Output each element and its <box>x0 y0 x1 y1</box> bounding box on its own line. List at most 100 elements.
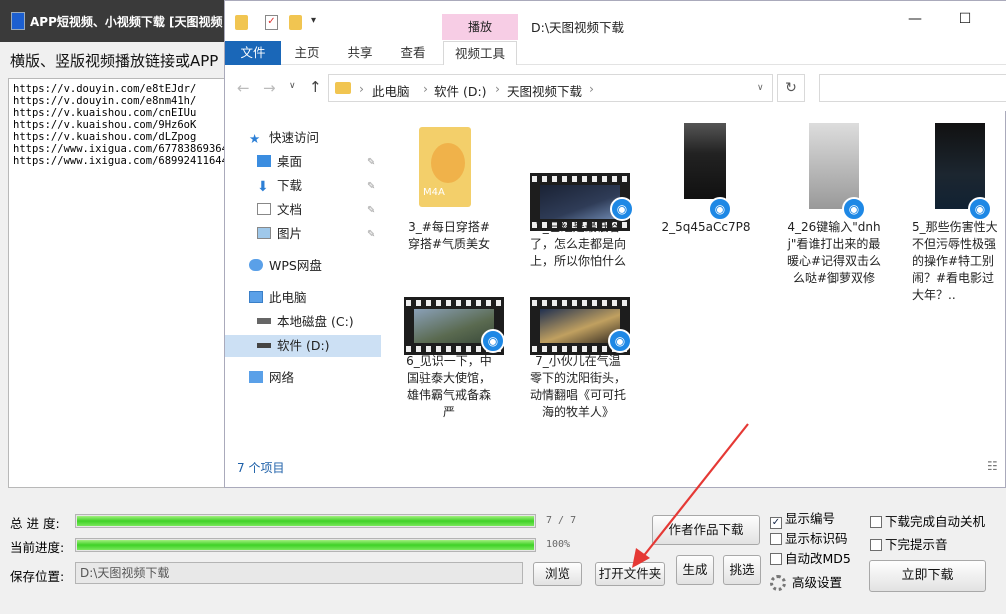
nav-this-pc[interactable]: 此电脑 <box>249 287 307 309</box>
advanced-settings-button[interactable]: 高级设置 <box>770 575 842 591</box>
address-dropdown-icon[interactable]: ∨ <box>757 83 764 93</box>
maximize-button[interactable]: ☐ <box>945 11 985 27</box>
total-progress-text: 7 / 7 <box>546 515 577 526</box>
network-icon <box>249 371 263 383</box>
folder-icon <box>335 82 351 94</box>
nav-pictures-label: 图片 <box>277 226 303 241</box>
checkbox-empty-icon <box>870 516 882 528</box>
url-list-textarea[interactable]: https://v.douyin.com/e8tEJdr/ https://v.… <box>8 78 240 488</box>
pin-icon: ✎ <box>367 157 376 168</box>
total-progress-bar <box>75 514 536 528</box>
checkmark-icon: ✓ <box>770 517 782 529</box>
save-location-label: 保存位置: <box>10 569 65 584</box>
total-progress-fill <box>77 516 534 526</box>
show-number-label: 显示编号 <box>785 511 836 526</box>
tab-view[interactable]: 查看 <box>393 41 433 65</box>
player-badge-icon: ◉ <box>608 329 632 353</box>
nav-drive-c[interactable]: 本地磁盘 (C:) <box>257 311 354 333</box>
nav-network[interactable]: 网络 <box>249 367 294 389</box>
save-location-input[interactable]: D:\天图视频下载 <box>75 562 523 584</box>
pin-icon: ✎ <box>367 181 376 192</box>
nav-wps-cloud[interactable]: WPS网盘 <box>249 255 322 277</box>
nav-drive-d[interactable]: 软件 (D:) <box>225 335 381 357</box>
app-logo-icon <box>11 12 25 30</box>
open-folder-button[interactable]: 打开文件夹 <box>595 562 665 586</box>
m4a-tag-icon: M4A <box>423 187 445 198</box>
file-name: 7_小伙儿在气温零下的沈阳街头，动情翻唱《可可托海的牧羊人》 <box>530 354 627 419</box>
download-arrow-icon: ⬇ <box>257 179 269 195</box>
start-download-button[interactable]: 立即下载 <box>869 560 986 592</box>
current-progress-label: 当前进度: <box>10 540 65 555</box>
generate-button[interactable]: 生成 <box>676 555 714 585</box>
video-thumbnail <box>684 123 726 199</box>
search-input[interactable] <box>819 74 1006 102</box>
browse-button[interactable]: 浏览 <box>533 562 582 586</box>
breadcrumb-folder[interactable]: 天图视频下载 <box>507 81 582 100</box>
current-progress-fill <box>77 540 534 550</box>
file-name: 3_#每日穿搭#穿搭#气质美女 <box>407 220 491 251</box>
author-download-button[interactable]: 作者作品下载 <box>652 515 760 545</box>
nav-downloads[interactable]: ⬇ 下载 <box>257 175 302 197</box>
star-icon: ★ <box>249 131 261 146</box>
up-arrow-icon[interactable]: ↑ <box>309 78 322 96</box>
checkbox-empty-icon <box>770 553 782 565</box>
breadcrumb-this-pc[interactable]: 此电脑 <box>372 81 410 100</box>
file-name: 1_已经是最低谷了，怎么走都是向上，所以你怕什么 <box>530 220 627 268</box>
window-path-title: D:\天图视频下载 <box>531 20 625 35</box>
player-badge-icon: ◉ <box>708 197 732 221</box>
cloud-icon <box>249 259 263 271</box>
recent-dropdown-icon[interactable]: ∨ <box>289 81 296 91</box>
tab-share[interactable]: 共享 <box>340 41 380 65</box>
folder-icon[interactable] <box>235 15 248 30</box>
nav-drive-c-label: 本地磁盘 (C:) <box>277 314 354 329</box>
show-watermark-checkbox[interactable]: 显示标识码 <box>770 531 848 547</box>
minimize-button[interactable]: — <box>895 11 935 27</box>
pick-button[interactable]: 挑选 <box>723 555 761 585</box>
new-folder-icon[interactable] <box>289 15 302 30</box>
checkbox-empty-icon <box>770 533 782 545</box>
nav-pictures[interactable]: 图片 <box>257 223 302 245</box>
back-arrow-icon[interactable]: ← <box>237 79 250 97</box>
item-count-status: 7 个项目 <box>237 461 285 475</box>
forward-arrow-icon[interactable]: → <box>263 79 276 97</box>
details-view-icon[interactable]: ☷ <box>987 459 998 473</box>
tab-play-context[interactable]: 播放 <box>442 14 518 40</box>
nav-quick-access-label: 快速访问 <box>269 130 320 145</box>
m4a-file-icon: M4A <box>419 127 471 207</box>
picture-icon <box>257 227 271 239</box>
tab-video-tools[interactable]: 视频工具 <box>443 41 517 65</box>
video-thumbnail <box>809 123 859 209</box>
qat-dropdown-icon[interactable]: ▾ <box>311 15 324 30</box>
app-title: APP短视频、小视频下载 [天图视频 <box>30 15 223 29</box>
auto-shutdown-checkbox[interactable]: 下载完成自动关机 <box>870 514 985 530</box>
ribbon-tabs: 文件 主页 共享 查看 视频工具 <box>225 41 1006 65</box>
nav-quick-access[interactable]: ★ 快速访问 <box>249 127 319 149</box>
breadcrumb-drive-d[interactable]: 软件 (D:) <box>434 81 487 100</box>
current-progress-text: 100% <box>546 539 571 550</box>
auto-md5-checkbox[interactable]: 自动改MD5 <box>770 551 851 567</box>
drive-icon <box>257 318 271 324</box>
properties-icon[interactable]: ✓ <box>265 15 278 30</box>
tab-file[interactable]: 文件 <box>225 41 281 65</box>
explorer-title-bar: ✓ ▾ 播放 D:\天图视频下载 — ☐ <box>225 1 1006 41</box>
file-grid: M4A 3_#每日穿搭#穿搭#气质美女 ◉ 1_已经是最低谷了，怎么走都是向上，… <box>384 111 1006 456</box>
refresh-button[interactable]: ↻ <box>777 74 805 102</box>
tab-home[interactable]: 主页 <box>287 41 327 65</box>
document-icon <box>257 203 271 215</box>
gear-icon <box>770 575 786 591</box>
nav-desktop[interactable]: 桌面 <box>257 151 302 173</box>
file-name: 4_26键输入"dnhj"看谁打出来的最暖心#记得双击么么哒#御萝双修 <box>786 220 882 285</box>
computer-icon <box>249 291 263 303</box>
auto-md5-label: 自动改MD5 <box>785 551 851 566</box>
navigation-pane: ★ 快速访问 桌面 ✎ ⬇ 下载 ✎ 文档 ✎ 图片 ✎ WPS网盘 此电脑 本地磁… <box>225 121 383 451</box>
pin-icon: ✎ <box>367 205 376 216</box>
advanced-settings-label: 高级设置 <box>792 575 843 590</box>
nav-documents[interactable]: 文档 <box>257 199 302 221</box>
address-bar[interactable]: › 此电脑 › 软件 (D:) › 天图视频下载 › ∨ <box>328 74 773 102</box>
file-name: 2_5q45aCc7P8 <box>661 220 751 234</box>
sound-checkbox[interactable]: 下完提示音 <box>870 537 948 553</box>
player-badge-icon: ◉ <box>842 197 866 221</box>
show-number-checkbox[interactable]: ✓ 显示编号 <box>770 511 836 529</box>
show-watermark-label: 显示标识码 <box>785 531 848 546</box>
checkbox-empty-icon <box>870 539 882 551</box>
